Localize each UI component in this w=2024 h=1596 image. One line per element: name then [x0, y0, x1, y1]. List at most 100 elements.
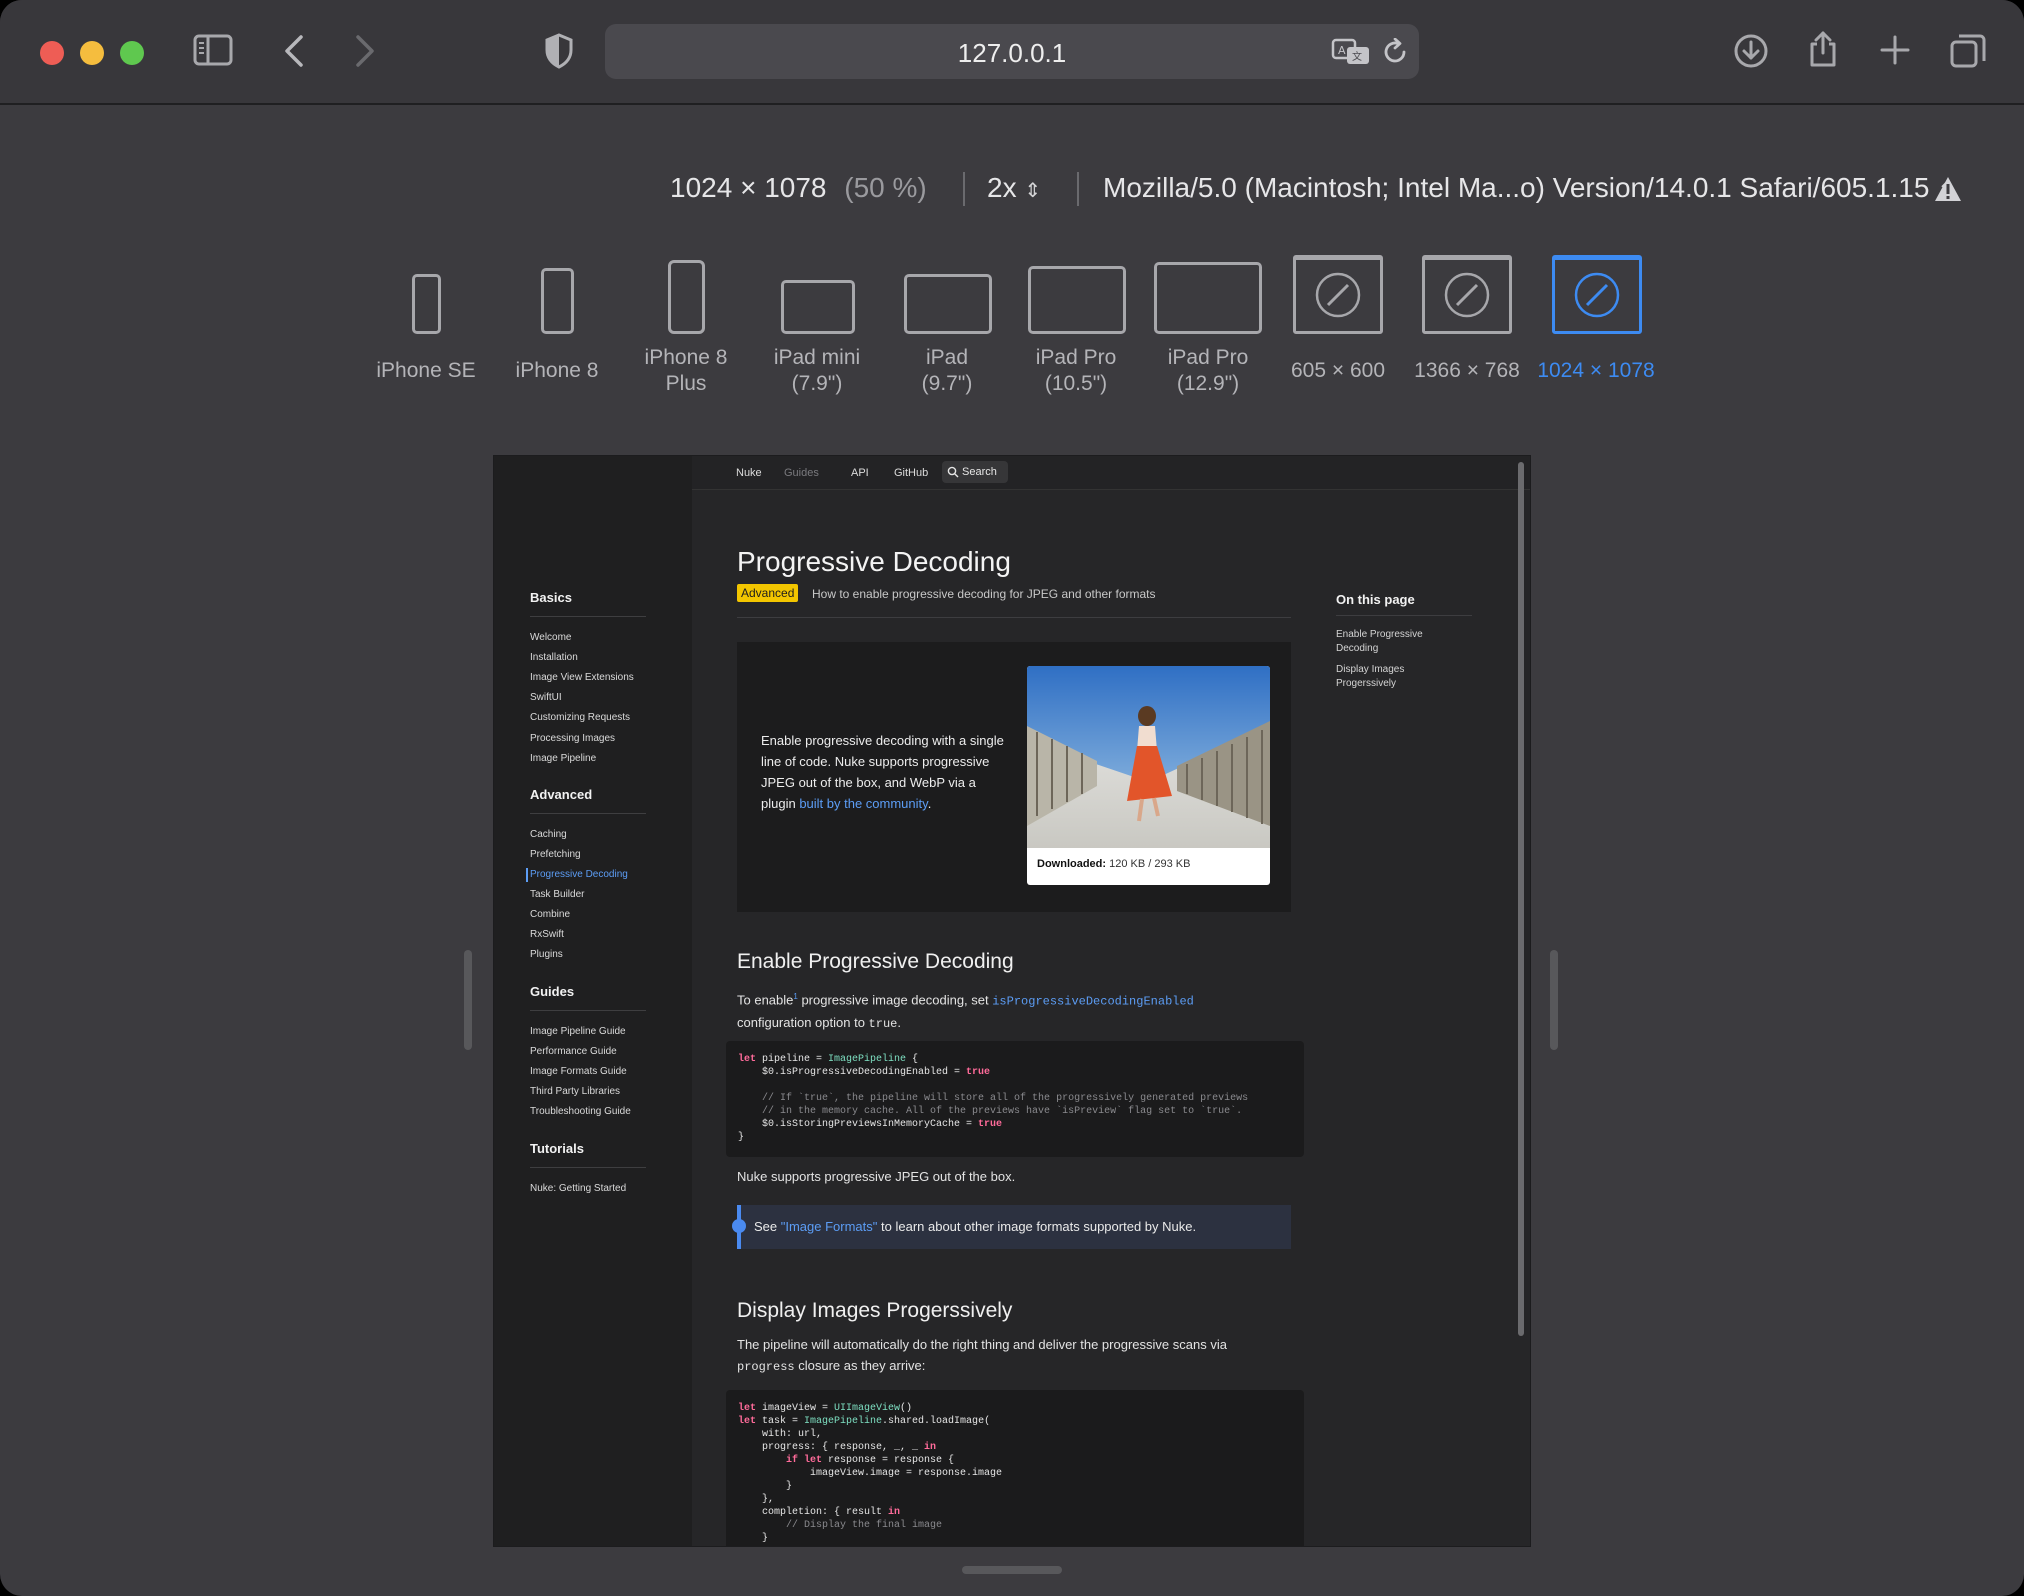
sidebar-item[interactable]: Plugins [530, 949, 563, 960]
sidebar-item[interactable]: Image Pipeline [530, 753, 596, 764]
resize-handle-right[interactable] [1550, 950, 1558, 1050]
device-pixel-ratio-select[interactable]: 2x ⇕ [987, 172, 1041, 204]
sidebar-item[interactable]: Prefetching [530, 849, 581, 860]
device-label: iPhone 8 [515, 359, 599, 382]
nav-link-nuke[interactable]: Nuke [736, 467, 762, 479]
user-agent-select[interactable]: Mozilla/5.0 (Macintosh; Intel Ma...o) Ve… [1103, 172, 1954, 204]
search-button[interactable]: Search [942, 461, 1008, 483]
section-paragraph: To enable1 progressive image decoding, s… [737, 986, 1297, 1035]
sidebar-item[interactable]: Nuke: Getting Started [530, 1183, 626, 1194]
back-icon[interactable] [283, 34, 305, 68]
section-heading: Enable Progressive Decoding [737, 950, 1014, 973]
address-bar[interactable]: 127.0.0.1 A文 [605, 24, 1419, 79]
sidebar-item[interactable]: Performance Guide [530, 1046, 617, 1057]
search-icon [947, 466, 959, 478]
device-label-line2: Plus [665, 372, 707, 395]
share-icon[interactable] [1807, 30, 1839, 68]
sidebar-heading: Basics [530, 590, 572, 605]
text: To enable [737, 992, 794, 1008]
nav-link-guides[interactable]: Guides [784, 467, 819, 479]
sidebar-item[interactable]: Caching [530, 829, 567, 840]
divider [737, 617, 1291, 618]
forward-icon[interactable] [354, 34, 376, 68]
page-title: Progressive Decoding [737, 546, 1011, 577]
nav-link-github[interactable]: GitHub [894, 467, 928, 479]
info-callout: See "Image Formats" to learn about other… [732, 1205, 1291, 1249]
resize-handle-left[interactable] [464, 950, 472, 1050]
device-label-line2: (9.7") [921, 372, 973, 395]
viewport-size-text: 1024 × 1078 [670, 172, 827, 203]
tablet-icon [781, 280, 855, 334]
text: See [754, 1219, 781, 1234]
sidebar-item[interactable]: Troubleshooting Guide [530, 1106, 631, 1117]
sidebar-heading: Advanced [530, 787, 593, 802]
browser-window-icon [1293, 255, 1383, 334]
download-label: Downloaded: [1037, 858, 1107, 870]
device-label: iPad [925, 346, 969, 369]
text: to learn about other image formats suppo… [877, 1219, 1197, 1234]
device-label: iPad mini [773, 346, 861, 369]
sidebar-item[interactable]: Image View Extensions [530, 672, 634, 683]
sidebar-item[interactable]: Welcome [530, 632, 572, 643]
sidebar-item-active[interactable]: Progressive Decoding [530, 869, 628, 880]
viewport-size[interactable]: 1024 × 1078 (50 %) [670, 172, 927, 204]
sidebar-item[interactable]: Task Builder [530, 889, 584, 900]
browser-toolbar: 127.0.0.1 A文 [0, 0, 2024, 105]
community-link[interactable]: built by the community [799, 796, 927, 811]
image-formats-link[interactable]: "Image Formats" [781, 1219, 878, 1234]
device-label-line2: (10.5") [1044, 372, 1108, 395]
divider [1077, 172, 1079, 206]
site-top-nav: Nuke Guides API GitHub Search [692, 456, 1530, 490]
divider [530, 1010, 646, 1011]
shield-icon[interactable] [545, 33, 573, 69]
docs-sidebar: Basics Welcome Installation Image View E… [494, 456, 692, 1546]
minimize-window-button[interactable] [80, 41, 104, 65]
toc-link[interactable]: Enable Progressive Decoding [1336, 628, 1446, 656]
dpr-value: 2x [987, 172, 1017, 203]
divider [530, 813, 646, 814]
resize-handle-bottom[interactable] [962, 1566, 1062, 1574]
sidebar-item[interactable]: Customizing Requests [530, 712, 630, 723]
text: . [897, 1015, 901, 1031]
page-subtitle: How to enable progressive decoding for J… [812, 587, 1156, 601]
device-label: iPhone SE [376, 359, 476, 382]
page-scrollbar[interactable] [1518, 462, 1524, 1336]
reload-icon[interactable] [1383, 38, 1409, 66]
tablet-icon [1028, 266, 1126, 334]
sidebar-item[interactable]: Installation [530, 652, 578, 663]
download-icon[interactable] [1733, 33, 1769, 69]
sidebar-item[interactable]: Image Pipeline Guide [530, 1026, 626, 1037]
phone-icon [541, 268, 574, 334]
api-link[interactable]: isProgressiveDecodingEnabled [992, 994, 1194, 1008]
close-window-button[interactable] [40, 41, 64, 65]
browser-window-icon [1422, 255, 1512, 334]
toc-link[interactable]: Display Images Progerssively [1336, 663, 1446, 691]
device-label: iPad Pro [1167, 346, 1249, 369]
translate-icon[interactable]: A文 [1331, 38, 1371, 66]
nav-link-api[interactable]: API [851, 467, 869, 479]
sidebar-item[interactable]: Processing Images [530, 733, 615, 744]
sidebar-heading: Tutorials [530, 1141, 584, 1156]
toc-heading: On this page [1336, 592, 1415, 607]
new-tab-icon[interactable] [1880, 35, 1910, 65]
sidebar-item[interactable]: Third Party Libraries [530, 1086, 620, 1097]
warning-icon[interactable] [1933, 175, 1963, 203]
sidebar-item[interactable]: Image Formats Guide [530, 1066, 627, 1077]
sidebar-item[interactable]: RxSwift [530, 929, 564, 940]
download-progress: Downloaded: 120 KB / 293 KB [1037, 858, 1190, 870]
viewport-page: Basics Welcome Installation Image View E… [494, 456, 1530, 1546]
tabs-overview-icon[interactable] [1950, 33, 1986, 69]
sidebar-icon[interactable] [193, 34, 233, 66]
zoom-window-button[interactable] [120, 41, 144, 65]
download-value: 120 KB / 293 KB [1109, 858, 1191, 870]
divider [963, 172, 965, 206]
callout-text: See "Image Formats" to learn about other… [754, 1219, 1196, 1234]
phone-icon [668, 260, 705, 334]
demo-image-card: Downloaded: 120 KB / 293 KB [1027, 666, 1270, 885]
tablet-icon [1154, 262, 1262, 334]
sidebar-item[interactable]: Combine [530, 909, 570, 920]
sidebar-item[interactable]: SwiftUI [530, 692, 562, 703]
url-text: 127.0.0.1 [957, 38, 1067, 68]
device-label: 1024 × 1078 [1537, 359, 1655, 382]
section-paragraph: Nuke supports progressive JPEG out of th… [737, 1169, 1016, 1184]
